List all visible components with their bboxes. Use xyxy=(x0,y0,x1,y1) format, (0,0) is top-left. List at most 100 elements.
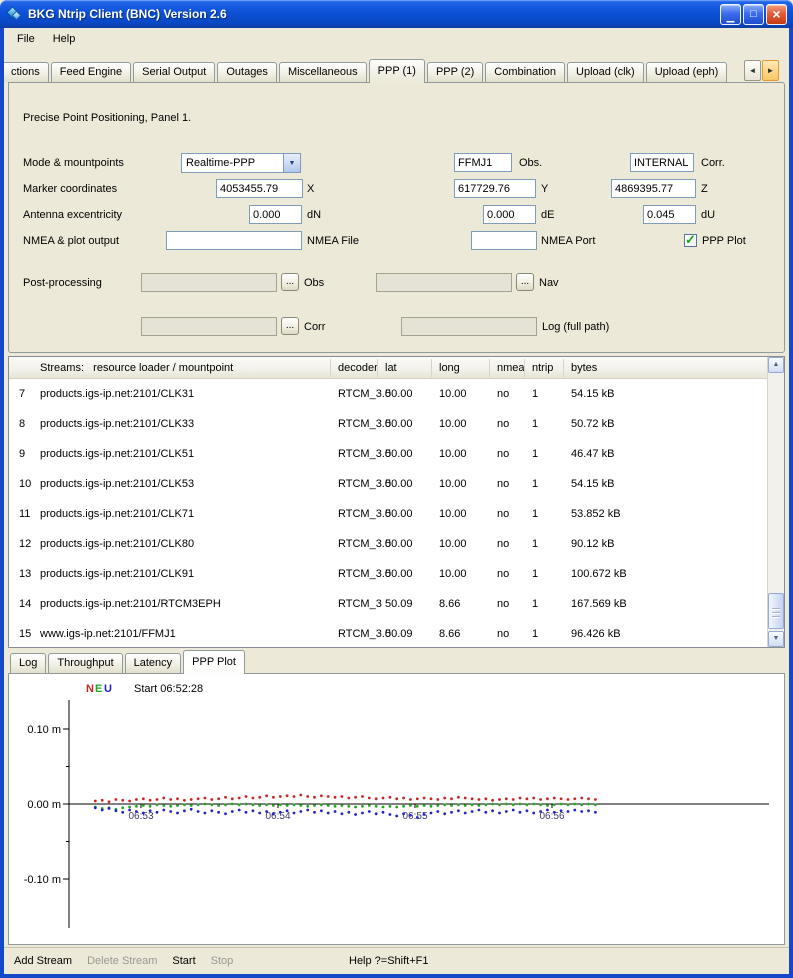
cell-decoder: RTCM_3.0 xyxy=(331,538,378,550)
svg-text:N: N xyxy=(86,683,94,695)
tab-upload-eph[interactable]: Upload (eph) xyxy=(646,62,728,82)
tab-ppp-2[interactable]: PPP (2) xyxy=(427,62,483,82)
nmea-file-label: NMEA File xyxy=(307,235,359,247)
vertical-scrollbar[interactable]: ▲ ▼ xyxy=(767,357,784,647)
tab-outages[interactable]: Outages xyxy=(217,62,277,82)
antenna-dn-field[interactable] xyxy=(249,205,302,224)
table-row[interactable]: 11products.igs-ip.net:2101/CLK71RTCM_3.0… xyxy=(9,499,767,529)
tab-miscellaneous[interactable]: Miscellaneous xyxy=(279,62,367,82)
post-corr-label: Corr xyxy=(304,321,325,333)
cell-bytes: 54.15 kB xyxy=(564,388,767,400)
cell-num: 10 xyxy=(9,478,33,490)
cell-lat: 50.00 xyxy=(378,538,432,550)
z-label: Z xyxy=(701,183,708,195)
cell-mountpoint: www.igs-ip.net:2101/FFMJ1 xyxy=(33,628,331,640)
ppp-panel: Precise Point Positioning, Panel 1. Mode… xyxy=(8,82,785,353)
svg-text:U: U xyxy=(104,683,112,695)
window-border-bottom xyxy=(0,974,793,978)
scrollbar-down-button[interactable]: ▼ xyxy=(768,631,784,647)
tab-scroll-right-button[interactable]: ► xyxy=(762,60,779,81)
table-row[interactable]: 13products.igs-ip.net:2101/CLK91RTCM_3.0… xyxy=(9,559,767,589)
streams-table-header: Streams: resource loader / mountpointdec… xyxy=(9,357,767,379)
ppp-plot-checkbox[interactable]: ✓ xyxy=(684,234,697,247)
browse-obs-button[interactable]: ... xyxy=(281,273,299,291)
corr-mountpoint-field[interactable] xyxy=(630,153,694,172)
cell-decoder: RTCM_3.0 xyxy=(331,448,378,460)
nmea-file-field[interactable] xyxy=(166,231,302,250)
browse-corr-button[interactable]: ... xyxy=(281,317,299,335)
table-row[interactable]: 12products.igs-ip.net:2101/CLK80RTCM_3.0… xyxy=(9,529,767,559)
post-corr-field xyxy=(141,317,277,336)
cell-bytes: 54.15 kB xyxy=(564,478,767,490)
bnc-window: BKG Ntrip Client (BNC) Version 2.6 ▁ □ ×… xyxy=(0,0,793,978)
marker-x-field[interactable] xyxy=(216,179,303,198)
nmea-port-field[interactable] xyxy=(471,231,537,250)
table-row[interactable]: 14products.igs-ip.net:2101/RTCM3EPHRTCM_… xyxy=(9,589,767,619)
obs-mountpoint-field[interactable] xyxy=(454,153,512,172)
cell-lat: 50.00 xyxy=(378,508,432,520)
svg-text:0.00 m: 0.00 m xyxy=(27,799,61,811)
cell-long: 8.66 xyxy=(432,598,490,610)
cell-decoder: RTCM_3.0 xyxy=(331,628,378,640)
table-row[interactable]: 7products.igs-ip.net:2101/CLK31RTCM_3.05… xyxy=(9,379,767,409)
arrow-right-icon: ► xyxy=(767,66,775,75)
antenna-de-field[interactable] xyxy=(483,205,536,224)
cell-lat: 50.00 xyxy=(378,478,432,490)
bottom-tab-latency[interactable]: Latency xyxy=(125,653,182,673)
table-row[interactable]: 8products.igs-ip.net:2101/CLK33RTCM_3.05… xyxy=(9,409,767,439)
cell-long: 8.66 xyxy=(432,628,490,640)
header-bytes: bytes xyxy=(564,359,767,377)
checkmark-icon: ✓ xyxy=(685,232,696,248)
cell-decoder: RTCM_3 xyxy=(331,598,378,610)
tab-scroll-buttons: ◄ ► xyxy=(744,60,779,81)
ppp-plot-panel: 0.10 m0.00 m-0.10 m06:5306:5406:5506:56N… xyxy=(8,673,785,945)
close-button[interactable]: × xyxy=(766,4,787,25)
tab-ppp-1[interactable]: PPP (1) xyxy=(369,59,425,83)
bottom-tab-log[interactable]: Log xyxy=(10,653,46,673)
streams-table: Streams: resource loader / mountpointdec… xyxy=(8,356,785,648)
browse-nav-button[interactable]: ... xyxy=(516,273,534,291)
maximize-button[interactable]: □ xyxy=(743,4,764,25)
tab-serial-output[interactable]: Serial Output xyxy=(133,62,215,82)
cell-nmea: no xyxy=(490,568,525,580)
antenna-label: Antenna excentricity xyxy=(23,209,122,221)
mode-combobox[interactable]: Realtime-PPP ▼ xyxy=(181,153,301,173)
bottom-tab-throughput[interactable]: Throughput xyxy=(48,653,122,673)
tab-scroll-left-button[interactable]: ◄ xyxy=(744,60,761,81)
svg-text:06:53: 06:53 xyxy=(128,811,153,822)
combobox-arrow-icon[interactable]: ▼ xyxy=(283,154,300,172)
marker-label: Marker coordinates xyxy=(23,183,117,195)
table-row[interactable]: 9products.igs-ip.net:2101/CLK51RTCM_3.05… xyxy=(9,439,767,469)
menu-file[interactable]: File xyxy=(8,30,44,48)
table-row[interactable]: 15www.igs-ip.net:2101/FFMJ1RTCM_3.050.09… xyxy=(9,619,767,647)
cell-decoder: RTCM_3.0 xyxy=(331,388,378,400)
cell-long: 10.00 xyxy=(432,478,490,490)
cell-nmea: no xyxy=(490,598,525,610)
cell-bytes: 53.852 kB xyxy=(564,508,767,520)
arrow-up-icon: ▲ xyxy=(773,361,780,368)
tab-combination[interactable]: Combination xyxy=(485,62,565,82)
mode-label: Mode & mountpoints xyxy=(23,157,124,169)
svg-text:-0.10 m: -0.10 m xyxy=(24,874,61,886)
status-bar: Add StreamDelete StreamStartStop Help ?=… xyxy=(4,948,789,974)
tab-upload-clk[interactable]: Upload (clk) xyxy=(567,62,644,82)
scrollbar-up-button[interactable]: ▲ xyxy=(768,357,784,373)
title-bar[interactable]: BKG Ntrip Client (BNC) Version 2.6 ▁ □ × xyxy=(0,0,793,28)
minimize-button[interactable]: ▁ xyxy=(720,4,741,25)
start-button[interactable]: Start xyxy=(172,955,195,967)
tab-feed-engine[interactable]: Feed Engine xyxy=(51,62,131,82)
tab-ctions[interactable]: ctions xyxy=(2,62,49,82)
menu-help[interactable]: Help xyxy=(44,30,85,48)
marker-y-field[interactable] xyxy=(454,179,536,198)
cell-lat: 50.00 xyxy=(378,448,432,460)
cell-num: 11 xyxy=(9,508,33,520)
scrollbar-thumb[interactable] xyxy=(768,593,784,629)
marker-z-field[interactable] xyxy=(611,179,696,198)
cell-ntrip: 1 xyxy=(525,418,564,430)
antenna-du-field[interactable] xyxy=(643,205,696,224)
add-stream-button[interactable]: Add Stream xyxy=(14,955,72,967)
post-log-field xyxy=(401,317,537,336)
table-row[interactable]: 10products.igs-ip.net:2101/CLK53RTCM_3.0… xyxy=(9,469,767,499)
cell-nmea: no xyxy=(490,508,525,520)
bottom-tab-ppp-plot[interactable]: PPP Plot xyxy=(183,650,245,674)
